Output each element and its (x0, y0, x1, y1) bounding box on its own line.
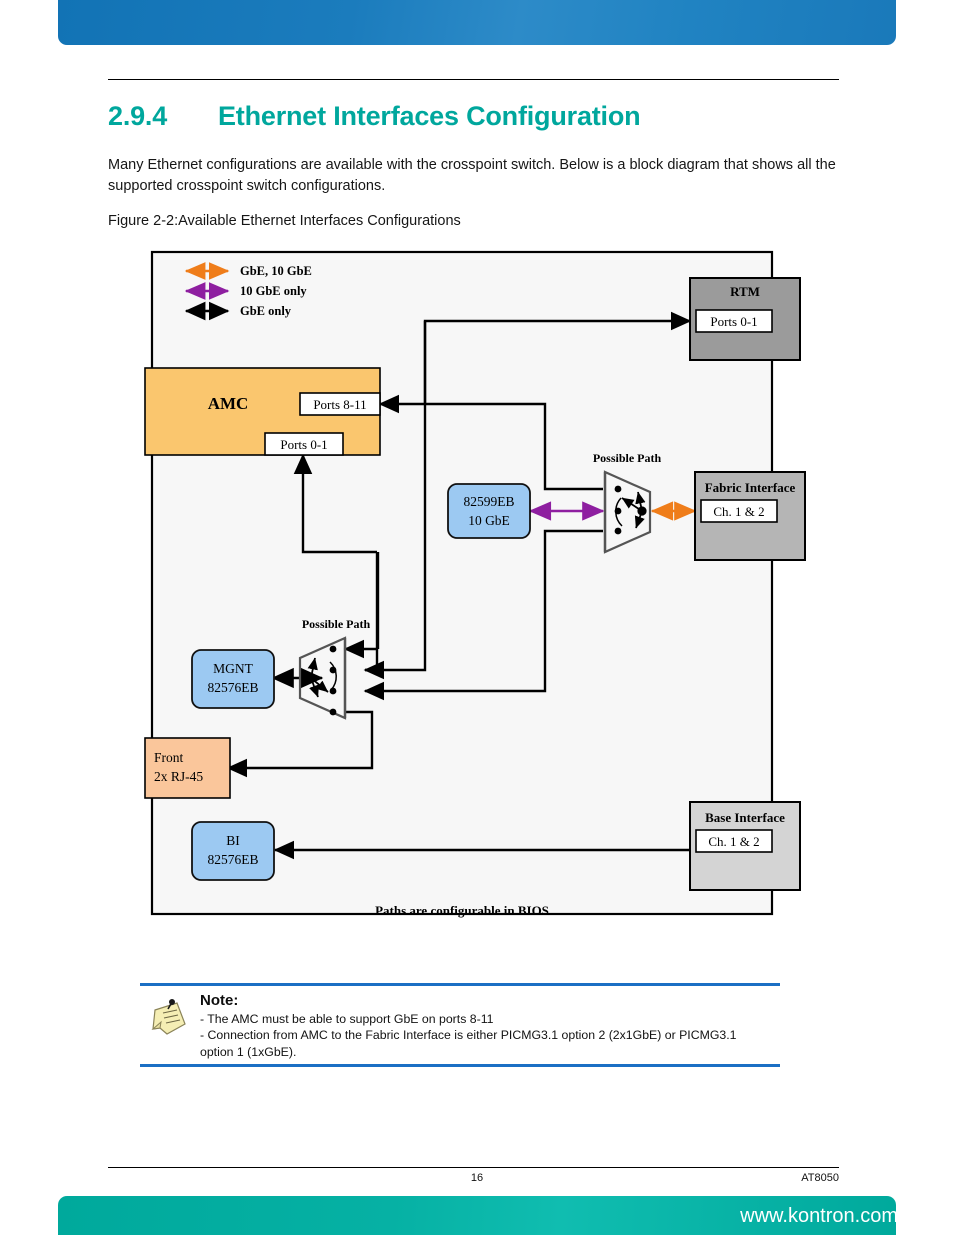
svg-text:GbE only: GbE only (240, 304, 292, 318)
diagram-footer-label: Paths are configurable in BIOS (375, 903, 549, 918)
rtm-ports: Ports 0-1 (710, 314, 757, 329)
note-callout: Note: - The AMC must be able to support … (140, 983, 780, 1067)
ethernet-block-diagram: GbE, 10 GbE 10 GbE only GbE only RTM Por… (140, 240, 820, 940)
nic-mgnt-line2: 82576EB (207, 680, 258, 695)
fabric-ports: Ch. 1 & 2 (713, 504, 764, 519)
block-nic-mgnt: MGNT 82576EB (191, 649, 275, 709)
front-line1: Front (154, 750, 184, 765)
footer-url: www.kontron.com (740, 1205, 898, 1227)
block-front-rj45: Front 2x RJ-45 (144, 737, 231, 799)
page-title: 2.9.4 Ethernet Interfaces Configuration (108, 101, 868, 132)
nic-bi-line1: BI (226, 833, 240, 848)
svg-text:GbE, 10 GbE: GbE, 10 GbE (240, 264, 312, 278)
note-icon (140, 992, 198, 1061)
footer-divider (108, 1167, 839, 1168)
header-divider (108, 79, 839, 80)
base-title: Base Interface (705, 810, 785, 825)
note-bottom-rule (140, 1064, 780, 1067)
amc-ports-high: Ports 8-11 (313, 397, 366, 412)
front-line2: 2x RJ-45 (154, 769, 203, 784)
base-ports: Ch. 1 & 2 (708, 834, 759, 849)
note-line-1: - The AMC must be able to support GbE on… (200, 1011, 494, 1026)
nic-82599eb-line2: 10 GbE (468, 513, 510, 528)
block-nic-82599eb: 82599EB 10 GbE (447, 483, 531, 539)
page-header-bar (58, 0, 896, 45)
block-base-interface: Base Interface Ch. 1 & 2 (689, 801, 801, 891)
nic-mgnt-line1: MGNT (213, 661, 254, 676)
amc-ports-low: Ports 0-1 (280, 437, 327, 452)
block-rtm: RTM Ports 0-1 (689, 277, 801, 361)
block-fabric-interface: Fabric Interface Ch. 1 & 2 (694, 471, 806, 561)
nic-82599eb-line1: 82599EB (463, 494, 514, 509)
note-line-2: - Connection from AMC to the Fabric Inte… (200, 1028, 737, 1042)
figure-caption: Figure 2-2:Available Ethernet Interfaces… (108, 213, 461, 229)
note-line-3: option 1 (1xGbE). (200, 1044, 297, 1059)
block-nic-bi: BI 82576EB (191, 821, 275, 881)
svg-text:10 GbE only: 10 GbE only (240, 284, 307, 298)
mux-upper-label: Possible Path (593, 451, 662, 465)
nic-bi-line2: 82576EB (207, 852, 258, 867)
note-title: Note: (200, 991, 239, 1009)
section-title: Ethernet Interfaces Configuration (218, 101, 641, 131)
mux-lower-label: Possible Path (302, 617, 371, 631)
section-paragraph: Many Ethernet configurations are availab… (108, 157, 836, 194)
rtm-title: RTM (730, 284, 760, 299)
amc-title: AMC (208, 394, 249, 413)
section-number: 2.9.4 (108, 101, 168, 131)
document-code: AT8050 (801, 1172, 839, 1184)
block-amc: AMC Ports 8-11 Ports 0-1 (144, 367, 381, 456)
fabric-title: Fabric Interface (705, 480, 796, 495)
